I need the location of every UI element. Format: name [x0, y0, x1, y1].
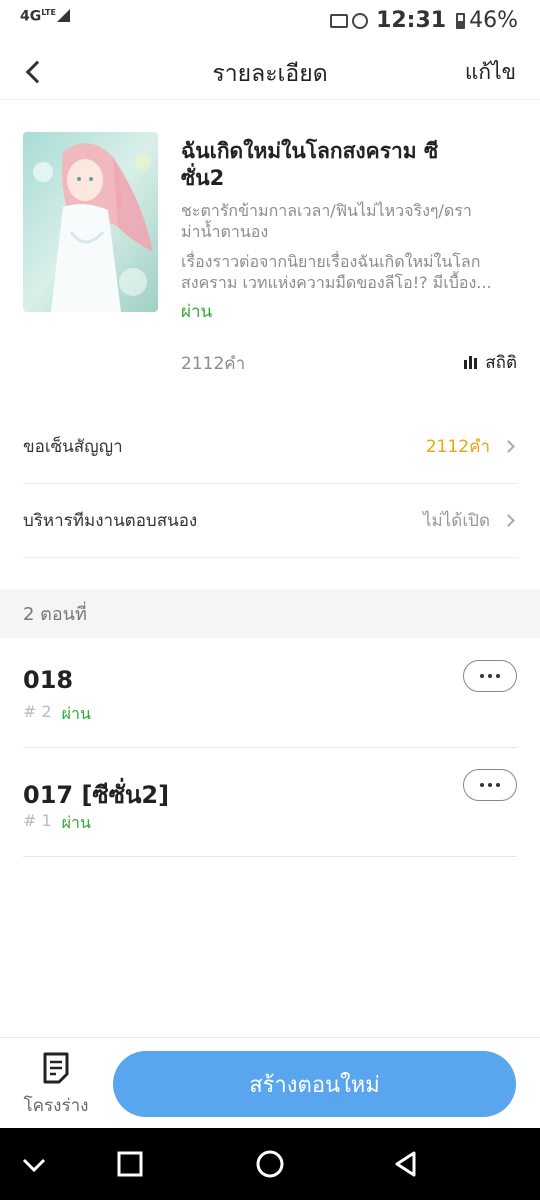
chapter-item[interactable]: 017 [ซีซั่น2] # 1 ผ่าน [23, 747, 517, 857]
network-type: 4G [20, 8, 42, 25]
document-icon [43, 1052, 69, 1084]
team-management-value: ไม่ได้เปิด [423, 511, 490, 531]
cast-icon [330, 13, 349, 28]
team-management-label: บริหารทีมงานตอบสนอง [23, 511, 198, 531]
status-indicators: 12:31 46% [330, 8, 518, 33]
back-triangle-icon[interactable] [390, 1148, 422, 1180]
system-nav-bar [0, 1128, 540, 1200]
home-icon[interactable] [254, 1148, 286, 1180]
book-info: ฉันเกิดใหม่ในโลกสงคราม ซีซั่น2 ชะตารักข้… [23, 132, 517, 382]
network-subtype: LTE [41, 8, 56, 17]
chevron-right-icon [502, 514, 515, 527]
stats-button[interactable]: สถิติ [464, 349, 517, 376]
page-title: รายละเอียด [212, 61, 328, 87]
edit-button[interactable]: แก้ไข [465, 56, 516, 89]
team-management-row[interactable]: บริหารทีมงานตอบสนอง ไม่ได้เปิด [23, 484, 517, 558]
battery-percent: 46% [469, 8, 518, 33]
chapter-item[interactable]: 018 # 2 ผ่าน [23, 638, 517, 748]
more-options-button[interactable] [463, 660, 517, 692]
contract-request-row[interactable]: ขอเซ็นสัญญา 2112คำ [23, 410, 517, 484]
recent-apps-icon[interactable] [114, 1148, 146, 1180]
bottom-action-bar: โครงร่าง สร้างตอนใหม่ [0, 1037, 540, 1128]
network-indicator: 4GLTE [20, 8, 70, 25]
stats-label: สถิติ [485, 353, 517, 373]
more-options-button[interactable] [463, 769, 517, 801]
book-status-badge: ผ่าน [181, 302, 213, 322]
book-description: เรื่องราวต่อจากนิยายเรื่องฉันเกิดใหม่ในโ… [181, 252, 492, 292]
book-tags: ชะตารักข้ามกาลเวลา/ฟินไม่ไหวจริงๆ/ดราม่า… [181, 201, 472, 241]
contract-request-value: 2112คำ [425, 437, 490, 457]
book-word-count: 2112คำ [181, 354, 246, 374]
chapters-count-header: 2 ตอนที่ [0, 589, 540, 638]
chapter-status-badge: ผ่าน [61, 704, 91, 723]
draft-button[interactable]: โครงร่าง [16, 1052, 96, 1119]
chapter-title: 017 [ซีซั่น2] [23, 781, 170, 809]
cover-illustration-icon [23, 132, 158, 312]
contract-request-label: ขอเซ็นสัญญา [23, 437, 123, 457]
book-title: ฉันเกิดใหม่ในโลกสงคราม ซีซั่น2 [181, 139, 439, 190]
clock: 12:31 [376, 8, 447, 33]
hotspot-icon [352, 12, 369, 29]
book-cover[interactable] [23, 132, 158, 312]
signal-icon [56, 8, 70, 22]
more-dots-icon [480, 674, 484, 678]
draft-label: โครงร่าง [23, 1096, 89, 1116]
create-chapter-button[interactable]: สร้างตอนใหม่ [113, 1051, 516, 1117]
status-bar: 4GLTE 12:31 46% [0, 0, 540, 44]
chapter-status-badge: ผ่าน [61, 813, 91, 832]
chevron-right-icon [502, 440, 515, 453]
chapter-meta: # 2 ผ่าน [23, 702, 91, 727]
chapter-number: # 1 [23, 811, 52, 830]
bar-chart-icon [464, 356, 478, 369]
chapter-title: 018 [23, 666, 74, 694]
more-dots-icon [480, 783, 484, 787]
chapter-meta: # 1 ผ่าน [23, 811, 91, 836]
chevron-down-icon[interactable] [18, 1148, 50, 1180]
battery-icon [456, 12, 466, 29]
chapter-number: # 2 [23, 702, 52, 721]
app-bar: รายละเอียด แก้ไข [0, 44, 540, 100]
